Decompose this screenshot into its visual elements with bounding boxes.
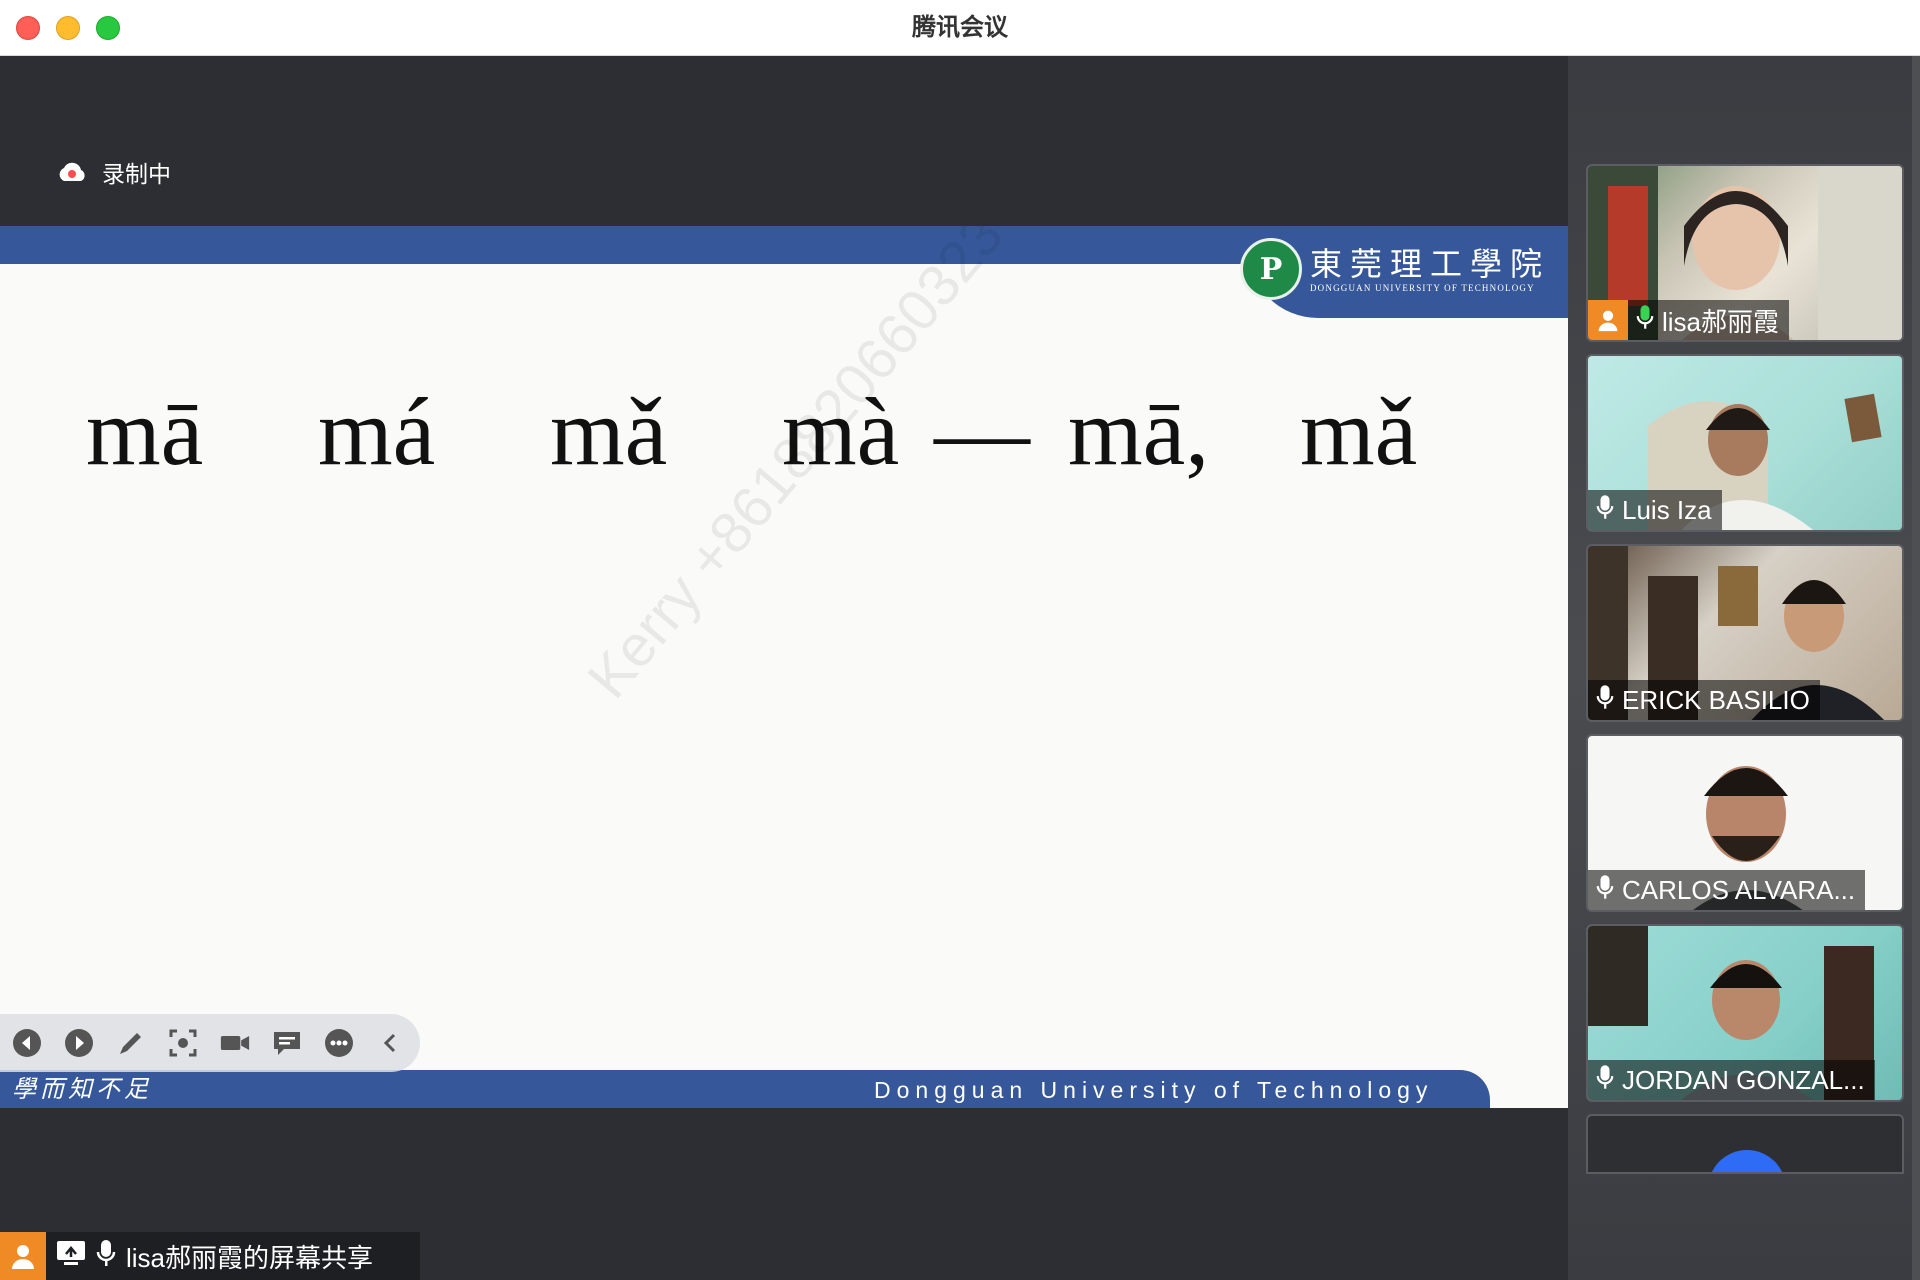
more-icon[interactable] <box>324 1028 354 1058</box>
slide-motto: 學而知不足 <box>12 1075 152 1103</box>
university-seal-icon: P <box>1239 238 1302 300</box>
participant-name: Luis Iza <box>1622 494 1712 525</box>
participant-panel: lisa郝丽霞 Luis Iza ERICK BASILIO CARLOS AL… <box>1568 56 1920 1280</box>
presentation-slide: P 東莞理工學院 DONGGUAN UNIVERSITY OF TECHNOLO… <box>0 226 1568 1108</box>
comment-icon[interactable] <box>272 1028 302 1058</box>
screen-share-owner: lisa郝丽霞的屏幕共享 <box>126 1242 374 1273</box>
avatar <box>1708 1150 1786 1172</box>
recording-label: 录制中 <box>102 161 171 187</box>
microphone-active-icon <box>1636 304 1654 337</box>
participant-name: CARLOS ALVARA... <box>1622 874 1856 905</box>
person-icon <box>1598 310 1618 332</box>
microphone-icon <box>1596 1064 1614 1097</box>
logo-text: 東莞理工學院 DONGGUAN UNIVERSITY OF TECHNOLOGY <box>1310 245 1550 293</box>
pinyin-syllable: mǎ <box>1300 378 1418 485</box>
pinyin-syllable: mā <box>86 378 204 485</box>
participant-video-tile[interactable]: CARLOS ALVARA... <box>1586 734 1904 912</box>
participant-name-label: Luis Iza <box>1588 490 1722 530</box>
slide-footer: Dongguan University of Technology <box>874 1077 1434 1103</box>
logo-english-name: DONGGUAN UNIVERSITY OF TECHNOLOGY <box>1309 283 1535 293</box>
cloud-recording-icon <box>56 161 88 183</box>
screen-share-icon <box>56 1240 86 1273</box>
window-title: 腾讯会议 <box>912 14 1008 41</box>
microphone-icon <box>1596 684 1614 717</box>
participant-name-label: ERICK BASILIO <box>1588 680 1820 720</box>
participant-tile-partial[interactable] <box>1586 1114 1904 1174</box>
host-badge <box>0 1232 46 1280</box>
camera-icon[interactable] <box>220 1028 250 1058</box>
participant-video-tile[interactable]: Luis Iza <box>1586 354 1904 532</box>
microphone-icon <box>1596 494 1614 527</box>
screen-share-label: lisa郝丽霞的屏幕共享 <box>0 1232 420 1280</box>
participant-name: ERICK BASILIO <box>1622 684 1810 715</box>
previous-slide-icon[interactable] <box>12 1028 42 1058</box>
university-logo: P 東莞理工學院 DONGGUAN UNIVERSITY OF TECHNOLO… <box>1239 238 1550 300</box>
screen-share-area: 录制中 P 東莞理工學院 DONGGUAN UNIVERSITY OF TECH… <box>0 56 1568 1280</box>
participant-scrollbar[interactable] <box>1912 56 1920 1280</box>
participant-name-label: JORDAN GONZAL... <box>1588 1060 1875 1100</box>
participant-name-label: CARLOS ALVARA... <box>1588 870 1866 910</box>
title-bar: 腾讯会议 <box>0 0 1920 56</box>
person-icon <box>12 1245 34 1269</box>
pinyin-syllable: mǎ <box>550 378 668 485</box>
microphone-icon <box>96 1239 116 1274</box>
participant-name: JORDAN GONZAL... <box>1622 1064 1865 1095</box>
participant-name: lisa郝丽霞 <box>1662 306 1780 337</box>
pen-icon[interactable] <box>116 1028 146 1058</box>
participant-video-tile[interactable]: JORDAN GONZAL... <box>1586 924 1904 1102</box>
participant-video-tile[interactable]: ERICK BASILIO <box>1586 544 1904 722</box>
participant-video-tile[interactable]: lisa郝丽霞 <box>1586 164 1904 342</box>
pinyin-dash: — <box>934 378 1030 485</box>
microphone-icon <box>1596 874 1614 907</box>
logo-chinese-name: 東莞理工學院 <box>1309 245 1550 283</box>
pinyin-syllable: mā, <box>1068 378 1210 485</box>
host-badge <box>1588 300 1628 340</box>
collapse-toolbar-icon[interactable] <box>376 1028 406 1058</box>
recording-indicator[interactable]: 录制中 <box>56 152 171 192</box>
presenter-toolbar <box>0 1014 420 1072</box>
focus-icon[interactable] <box>168 1028 198 1058</box>
participant-name-label: lisa郝丽霞 <box>1588 300 1790 340</box>
pinyin-syllable: má <box>318 378 436 485</box>
next-slide-icon[interactable] <box>64 1028 94 1058</box>
